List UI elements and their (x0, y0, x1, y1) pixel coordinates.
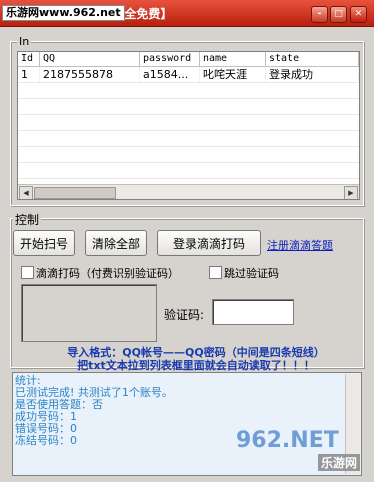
column-header-qq[interactable]: QQ (40, 52, 140, 66)
skip-captcha-checkbox[interactable] (209, 266, 222, 279)
didi-captcha-label: 滴滴打码（付费识别验证码） (36, 267, 179, 280)
scrollbar-thumb[interactable] (34, 187, 116, 199)
empty-row (18, 131, 359, 147)
cell-password: a1584... (140, 67, 200, 82)
scroll-right-icon[interactable]: ▶ (344, 186, 358, 199)
captcha-image (21, 284, 157, 342)
login-didi-button[interactable]: 登录滴滴打码 (157, 230, 261, 256)
control-group-legend: 控制 (13, 211, 42, 228)
title-bar: ...-V2.1版【完全免费】 乐游网www.962.net - □ ✕ (0, 0, 374, 27)
empty-row (18, 83, 359, 99)
empty-row (18, 163, 359, 179)
cell-state: 登录成功 (266, 67, 359, 82)
cell-name: 叱咤天涯 (200, 67, 266, 82)
captcha-label: 验证码: (164, 308, 205, 322)
site-logo: 962.NET (236, 428, 339, 453)
captcha-input[interactable] (212, 299, 294, 325)
watermark-label: 乐游网www.962.net (2, 5, 125, 21)
column-header-id[interactable]: Id (18, 52, 40, 66)
empty-row (18, 147, 359, 163)
statistics-log[interactable]: 统计: 已测试完成! 共测试了1个账号。 是否使用答题：否 成功号码：1 错误号… (12, 372, 362, 476)
maximize-button[interactable]: □ (330, 6, 347, 23)
horizontal-scrollbar[interactable]: ◀ ▶ (18, 184, 359, 199)
cell-qq: 2187555878 (40, 67, 140, 82)
minimize-button[interactable]: - (311, 6, 328, 23)
register-didi-link[interactable]: 注册滴滴答题 (267, 237, 333, 253)
in-group-legend: In (17, 35, 32, 48)
drag-file-hint: 把txt文本拉到列表框里面就会自动读取了！！！ (77, 359, 315, 372)
scroll-left-icon[interactable]: ◀ (19, 186, 33, 199)
start-scan-button[interactable]: 开始扫号 (13, 230, 75, 256)
close-button[interactable]: ✕ (350, 6, 367, 23)
skip-captcha-label: 跳过验证码 (224, 267, 279, 280)
account-list[interactable]: Id QQ password name state 1 2187555878 a… (17, 51, 360, 200)
list-header: Id QQ password name state (18, 52, 359, 67)
cell-id: 1 (18, 67, 40, 82)
column-header-state[interactable]: state (266, 52, 359, 66)
empty-row (18, 115, 359, 131)
didi-captcha-checkbox[interactable] (21, 266, 34, 279)
column-header-password[interactable]: password (140, 52, 200, 66)
clear-all-button[interactable]: 清除全部 (85, 230, 147, 256)
column-header-name[interactable]: name (200, 52, 266, 66)
empty-row (18, 99, 359, 115)
site-logo-sub: 乐游网 (318, 454, 361, 471)
table-row[interactable]: 1 2187555878 a1584... 叱咤天涯 登录成功 (18, 67, 359, 83)
